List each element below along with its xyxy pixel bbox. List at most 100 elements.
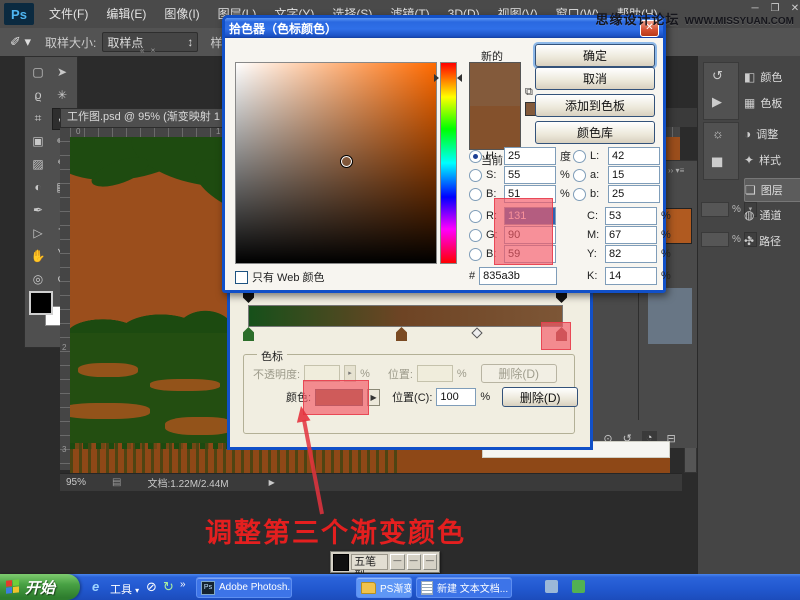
pen-tool-icon[interactable]: ✒ bbox=[28, 200, 48, 220]
taskbar-icon[interactable] bbox=[545, 580, 558, 593]
ie-quicklaunch-icon[interactable]: e bbox=[92, 579, 99, 594]
block-quicklaunch-icon[interactable]: ⊘ bbox=[146, 579, 157, 595]
eyedropper-option-icon[interactable]: ✐ ▾ bbox=[10, 34, 31, 50]
restore-button[interactable]: ❐ bbox=[768, 3, 782, 14]
lasso-tool-icon[interactable]: ϱ bbox=[28, 85, 48, 105]
color-stop-left[interactable] bbox=[243, 327, 254, 341]
ime-icon[interactable] bbox=[333, 553, 350, 571]
panel-collapse-icon[interactable]: « × bbox=[140, 46, 157, 55]
hue-input[interactable] bbox=[504, 147, 556, 165]
task-button-folder[interactable]: PS渐变映射的... bbox=[356, 577, 412, 598]
document-tab[interactable]: 工作图.psd @ 95% (渐变映射 1 bbox=[60, 108, 244, 128]
gamut-warning-icon[interactable]: ⧉ bbox=[525, 86, 533, 99]
ruler-mark: 2 bbox=[62, 343, 67, 352]
actions-panel-icon[interactable]: ▶ bbox=[712, 94, 722, 110]
lab-a-input[interactable] bbox=[608, 166, 660, 184]
red-radio[interactable] bbox=[469, 209, 482, 223]
swatch-arrow-icon[interactable]: ▶ bbox=[367, 388, 381, 406]
hex-input[interactable] bbox=[479, 267, 558, 285]
task-button-photoshop[interactable]: Ps Adobe Photosh... bbox=[196, 577, 292, 598]
color-stop-middle[interactable] bbox=[396, 327, 407, 341]
hue-slider-arrow-left[interactable] bbox=[434, 74, 439, 82]
taskbar-icon[interactable] bbox=[572, 580, 585, 593]
delete-stop-button[interactable]: 删除(D) bbox=[502, 387, 579, 407]
ime-button[interactable]: — bbox=[422, 554, 437, 570]
midpoint-diamond[interactable] bbox=[471, 327, 483, 339]
lab-l-input[interactable] bbox=[608, 147, 660, 165]
cancel-button[interactable]: 取消 bbox=[535, 67, 655, 90]
lab-b-input[interactable] bbox=[608, 185, 660, 203]
saturation-input[interactable] bbox=[504, 166, 556, 184]
status-flyout-icon[interactable]: ▤ bbox=[112, 477, 121, 488]
panel-tab-color[interactable]: ◧ 颜色 bbox=[744, 66, 800, 88]
blue-radio[interactable] bbox=[469, 247, 482, 261]
add-to-swatches-button[interactable]: 添加到色板 bbox=[535, 94, 655, 117]
stop-location-input[interactable] bbox=[436, 388, 477, 406]
location-unit: % bbox=[456, 367, 467, 380]
foreground-color-swatch[interactable] bbox=[29, 291, 53, 315]
start-button[interactable]: 开始 bbox=[0, 574, 80, 600]
move-tool-icon[interactable]: ➤ bbox=[52, 62, 72, 82]
panel-tab-channels[interactable]: ◍ 通道 bbox=[744, 204, 800, 226]
web-only-checkbox[interactable] bbox=[235, 270, 248, 284]
panel-tab-layers[interactable]: ❏ 图层 bbox=[744, 178, 800, 202]
ime-mode-label[interactable]: 五笔型 bbox=[351, 554, 389, 582]
close-button[interactable]: ✕ bbox=[788, 3, 800, 14]
ok-button[interactable]: 确定 bbox=[535, 44, 655, 67]
gradient-preview-bar[interactable] bbox=[248, 305, 563, 327]
lab-l-radio[interactable] bbox=[573, 149, 586, 163]
location-label: 位置: bbox=[387, 368, 413, 381]
adjust-panel-icon[interactable]: ☼ bbox=[712, 126, 724, 141]
eraser-tool-icon[interactable]: ▨ bbox=[28, 154, 48, 174]
color-libraries-button[interactable]: 颜色库 bbox=[535, 121, 655, 144]
histogram-panel-icon[interactable]: ▅ bbox=[712, 152, 722, 168]
crop-tool-icon[interactable]: ⌗ bbox=[28, 108, 48, 128]
cyan-input[interactable] bbox=[605, 207, 657, 225]
lab-b-radio[interactable] bbox=[573, 187, 586, 201]
panel-tab-styles[interactable]: ✦ 样式 bbox=[744, 149, 800, 171]
panel-tab-label: 图层 bbox=[760, 185, 783, 197]
dodge-tool-icon[interactable]: ◐ bbox=[28, 177, 48, 197]
task-button-notepad[interactable]: 新建 文本文档... bbox=[416, 577, 512, 598]
refresh-quicklaunch-icon[interactable]: ↻ bbox=[163, 579, 174, 595]
more-quicklaunch-icon[interactable]: » bbox=[180, 579, 186, 590]
saturation-brightness-field[interactable] bbox=[235, 62, 437, 264]
panel-header-icons[interactable]: ›› ▾≡ bbox=[668, 166, 684, 175]
yellow-input[interactable] bbox=[605, 245, 657, 263]
magenta-input[interactable] bbox=[605, 226, 657, 244]
hue-radio[interactable] bbox=[469, 149, 482, 163]
zoom-level[interactable]: 95% bbox=[66, 477, 86, 488]
hand-tool-icon[interactable]: ✋ bbox=[28, 246, 48, 266]
value-box[interactable] bbox=[701, 232, 729, 247]
history-panel-icon[interactable]: ↺ bbox=[712, 68, 723, 84]
menu-item-edit[interactable]: 编辑(E) bbox=[97, 0, 155, 28]
minimize-button[interactable]: ─ bbox=[748, 3, 762, 14]
menu-item-file[interactable]: 文件(F) bbox=[40, 0, 97, 28]
ime-toolbar[interactable]: 五笔型 — — — bbox=[330, 551, 440, 582]
panel-tab-paths[interactable]: ✣ 路径 bbox=[744, 230, 800, 252]
clone-stamp-tool-icon[interactable]: ▣ bbox=[28, 131, 48, 151]
green-radio[interactable] bbox=[469, 228, 482, 242]
panel-tab-adjustments[interactable]: ◑ 调整 bbox=[744, 123, 800, 145]
ime-button[interactable]: — bbox=[390, 554, 405, 570]
color-field-marker[interactable] bbox=[340, 155, 353, 168]
panel-tab-swatches[interactable]: ▦ 色板 bbox=[744, 92, 800, 114]
menu-item-image[interactable]: 图像(I) bbox=[155, 0, 208, 28]
hue-slider-arrow-right[interactable] bbox=[457, 74, 462, 82]
status-arrow-icon[interactable]: ▶ bbox=[269, 478, 275, 487]
ime-button[interactable]: — bbox=[406, 554, 421, 570]
lab-a-radio[interactable] bbox=[573, 168, 586, 182]
path-selection-tool-icon[interactable]: ▷ bbox=[28, 223, 48, 243]
tools-quicklaunch[interactable]: 工具 ▾ bbox=[110, 581, 139, 597]
magic-wand-tool-icon[interactable]: ✳ bbox=[52, 85, 72, 105]
canvas-vertical-scrollbar[interactable] bbox=[684, 445, 697, 473]
panel-tab-label: 样式 bbox=[759, 155, 782, 167]
value-box[interactable] bbox=[701, 202, 729, 217]
hue-slider[interactable] bbox=[440, 62, 457, 264]
brightness-radio[interactable] bbox=[469, 187, 482, 201]
saturation-radio[interactable] bbox=[469, 168, 482, 182]
black-input[interactable] bbox=[605, 267, 657, 285]
rect-marquee-tool-icon[interactable]: ▢ bbox=[28, 62, 48, 82]
water-pool bbox=[165, 417, 235, 435]
zoom-tool-icon[interactable]: ◎ bbox=[28, 269, 48, 289]
